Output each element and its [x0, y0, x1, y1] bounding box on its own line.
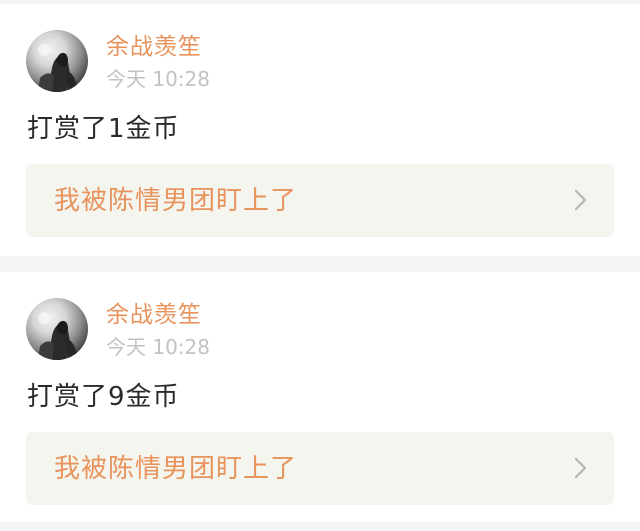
- avatar[interactable]: [26, 30, 88, 92]
- avatar-image: [38, 312, 78, 360]
- notification-card: 余战羡笙 今天 10:28 打赏了9金币 我被陈情男团盯上了: [0, 272, 640, 522]
- notification-feed: 余战羡笙 今天 10:28 打赏了1金币 我被陈情男团盯上了 余战羡笙 今天 1…: [0, 0, 640, 531]
- username[interactable]: 余战羡笙: [106, 32, 202, 62]
- message-text: 打赏了1金币: [27, 114, 180, 144]
- chevron-right-icon: [574, 456, 588, 480]
- linked-story-card[interactable]: 我被陈情男团盯上了: [26, 164, 614, 237]
- linked-story-card[interactable]: 我被陈情男团盯上了: [26, 432, 614, 505]
- message-text: 打赏了9金币: [27, 382, 180, 412]
- linked-story-title: 我被陈情男团盯上了: [54, 186, 298, 216]
- notification-card: 余战羡笙 今天 10:28 打赏了1金币 我被陈情男团盯上了: [0, 4, 640, 256]
- avatar-image: [38, 44, 78, 92]
- avatar[interactable]: [26, 298, 88, 360]
- timestamp: 今天 10:28: [106, 67, 210, 91]
- chevron-right-icon: [574, 188, 588, 212]
- timestamp: 今天 10:28: [106, 335, 210, 359]
- linked-story-title: 我被陈情男团盯上了: [54, 454, 298, 484]
- username[interactable]: 余战羡笙: [106, 300, 202, 330]
